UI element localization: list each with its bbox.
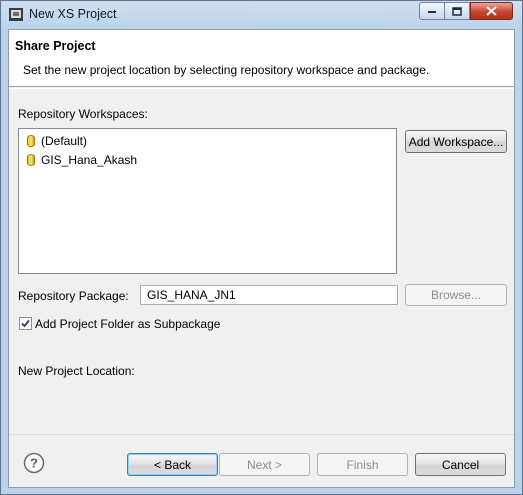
minimize-icon bbox=[428, 11, 436, 13]
workspaces-list[interactable]: (Default) GIS_Hana_Akash bbox=[18, 128, 397, 274]
page-title: Share Project bbox=[15, 39, 96, 53]
maximize-icon bbox=[452, 6, 462, 16]
app-icon bbox=[9, 8, 23, 21]
list-item[interactable]: (Default) bbox=[27, 132, 87, 149]
subpackage-checkbox[interactable] bbox=[19, 317, 32, 330]
finish-button[interactable]: Finish bbox=[317, 453, 408, 476]
next-button[interactable]: Next > bbox=[219, 453, 310, 476]
list-item[interactable]: GIS_Hana_Akash bbox=[27, 151, 137, 168]
page-description: Set the new project location by selectin… bbox=[23, 63, 430, 77]
back-button[interactable]: < Back bbox=[127, 453, 218, 476]
package-field[interactable]: GIS_HANA_JN1 bbox=[140, 285, 398, 305]
svg-text:?: ? bbox=[30, 456, 38, 471]
browse-button[interactable]: Browse... bbox=[405, 284, 507, 306]
workspace-label: GIS_Hana_Akash bbox=[41, 152, 138, 167]
banner-separator bbox=[9, 88, 514, 89]
cancel-button[interactable]: Cancel bbox=[415, 453, 506, 476]
dialog-body: Share Project Set the new project locati… bbox=[8, 29, 515, 488]
workspaces-label: Repository Workspaces: bbox=[18, 107, 148, 121]
wizard-banner: Share Project Set the new project locati… bbox=[9, 30, 514, 87]
help-icon[interactable]: ? bbox=[23, 452, 45, 474]
title-bar[interactable]: New XS Project bbox=[1, 1, 522, 29]
close-icon bbox=[486, 6, 497, 16]
subpackage-label[interactable]: Add Project Folder as Subpackage bbox=[35, 317, 220, 331]
add-workspace-button[interactable]: Add Workspace... bbox=[405, 130, 507, 153]
project-location-label: New Project Location: bbox=[18, 364, 135, 378]
checkmark-icon bbox=[21, 319, 30, 328]
workspace-icon bbox=[27, 153, 35, 166]
minimize-button[interactable] bbox=[419, 2, 445, 20]
footer-divider bbox=[9, 434, 514, 435]
workspace-icon bbox=[27, 134, 35, 147]
workspace-label: (Default) bbox=[41, 133, 88, 148]
dialog-window: New XS Project Share Project Set the new… bbox=[0, 0, 523, 495]
maximize-button[interactable] bbox=[444, 2, 470, 20]
window-title: New XS Project bbox=[29, 7, 117, 21]
close-button[interactable] bbox=[470, 2, 513, 20]
package-label: Repository Package: bbox=[18, 289, 129, 303]
